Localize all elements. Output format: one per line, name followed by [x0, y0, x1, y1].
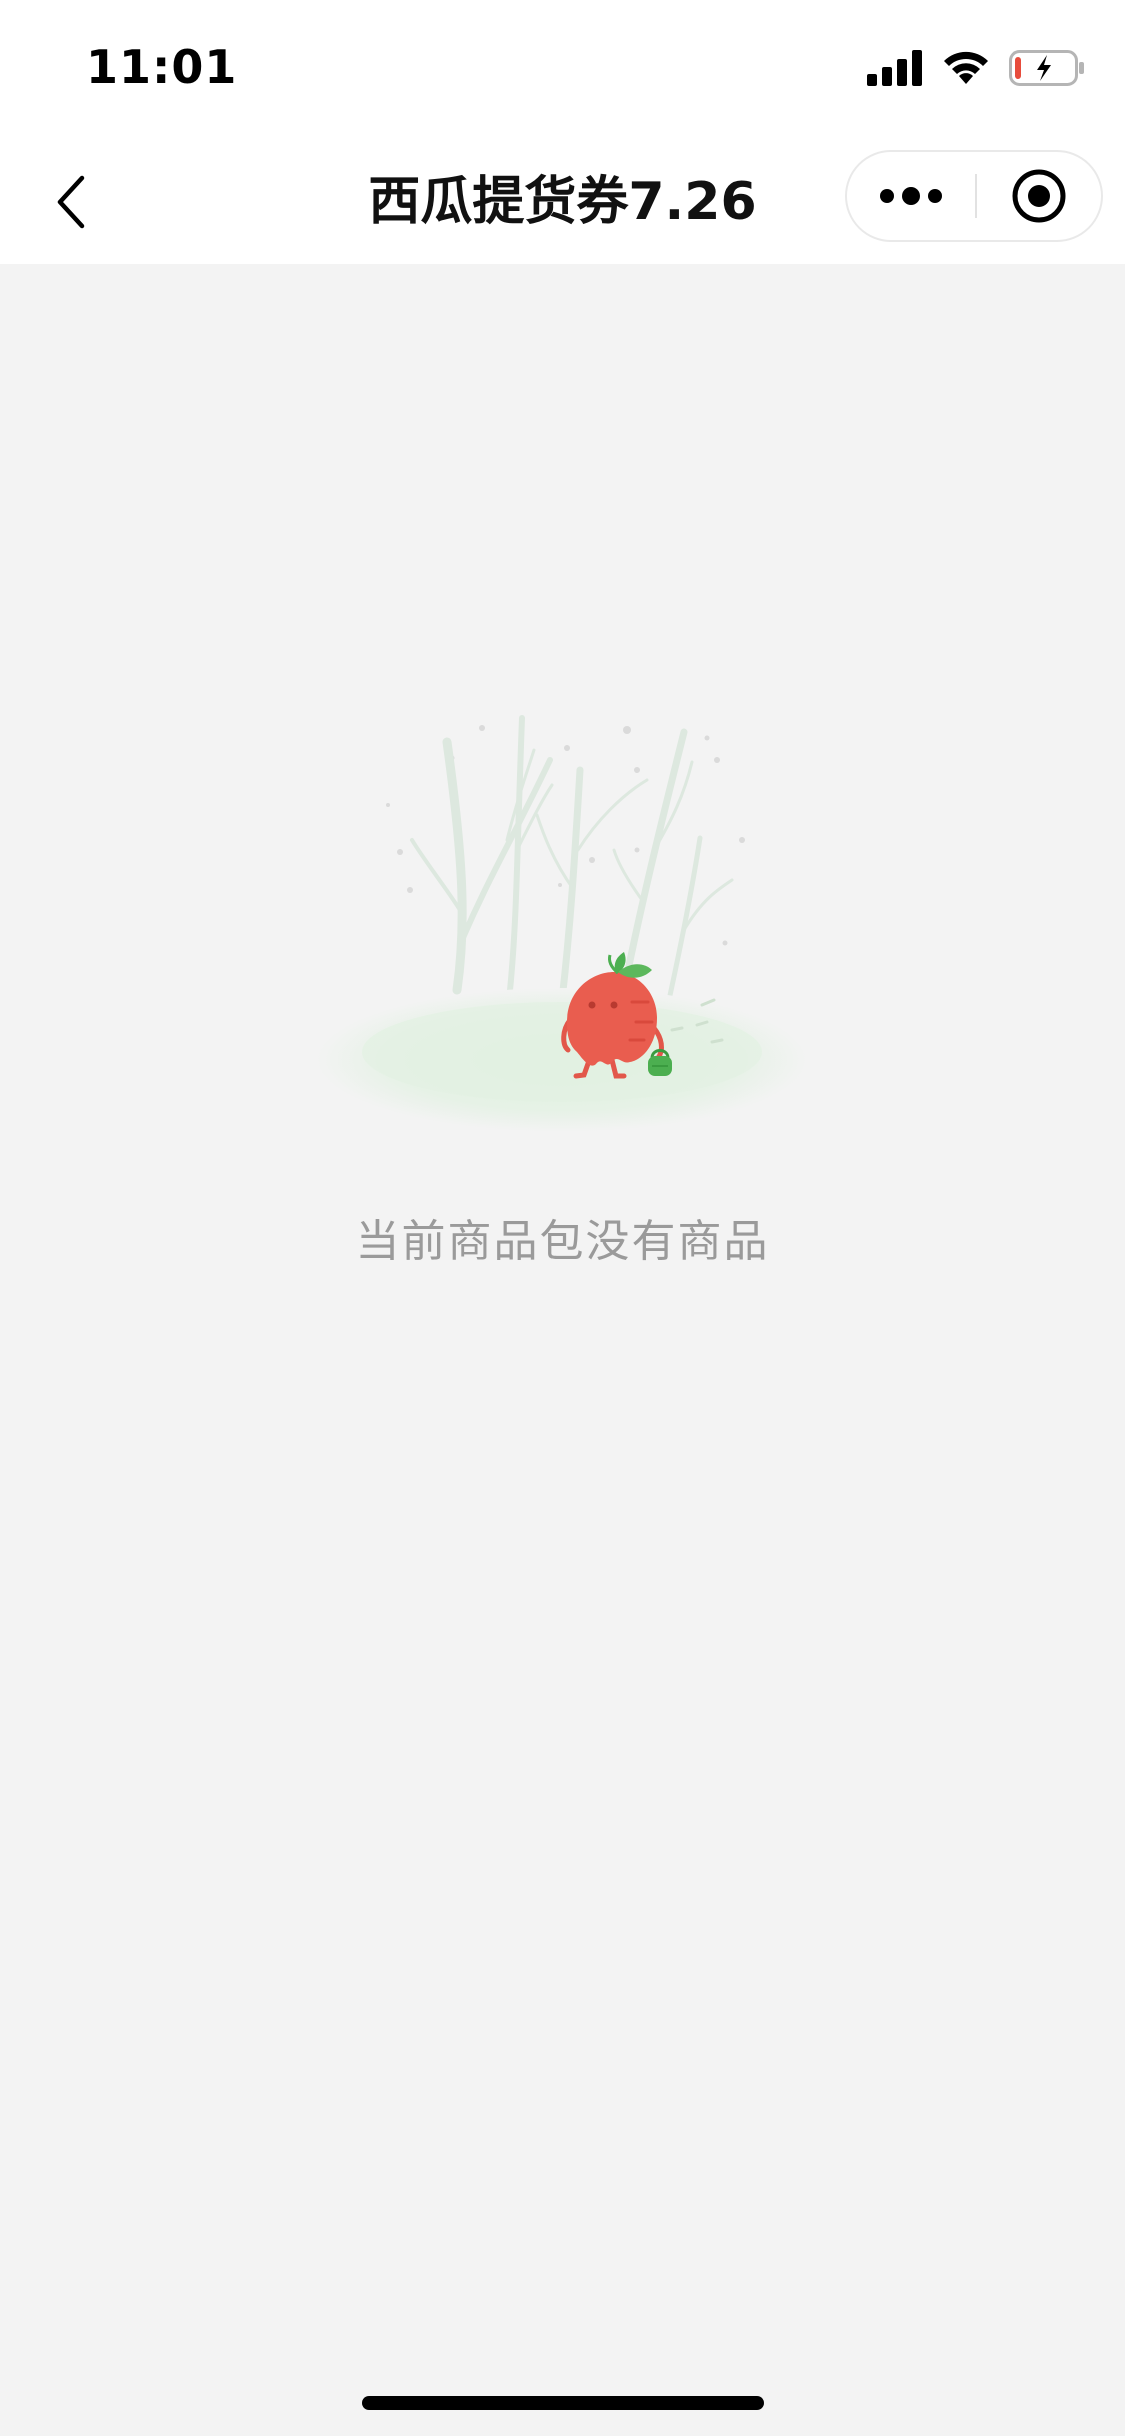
battery-charging-icon [1009, 50, 1084, 86]
target-close-icon [1012, 169, 1066, 223]
miniprogram-capsule [845, 150, 1103, 242]
carrot-under-trees-illustration [317, 715, 807, 1132]
nav-bar: 西瓜提货券7.26 [0, 140, 1125, 264]
home-indicator[interactable] [362, 2396, 764, 2410]
more-dots-icon [880, 187, 942, 205]
empty-state-message: 当前商品包没有商品 [355, 1216, 770, 1267]
cellular-signal-icon [867, 50, 922, 86]
status-icons [867, 50, 1085, 86]
more-button[interactable] [847, 152, 975, 240]
status-time: 11:01 [86, 40, 238, 94]
close-miniprogram-button[interactable] [977, 152, 1101, 240]
status-bar: 11:01 [0, 0, 1125, 140]
wifi-icon [944, 51, 988, 84]
